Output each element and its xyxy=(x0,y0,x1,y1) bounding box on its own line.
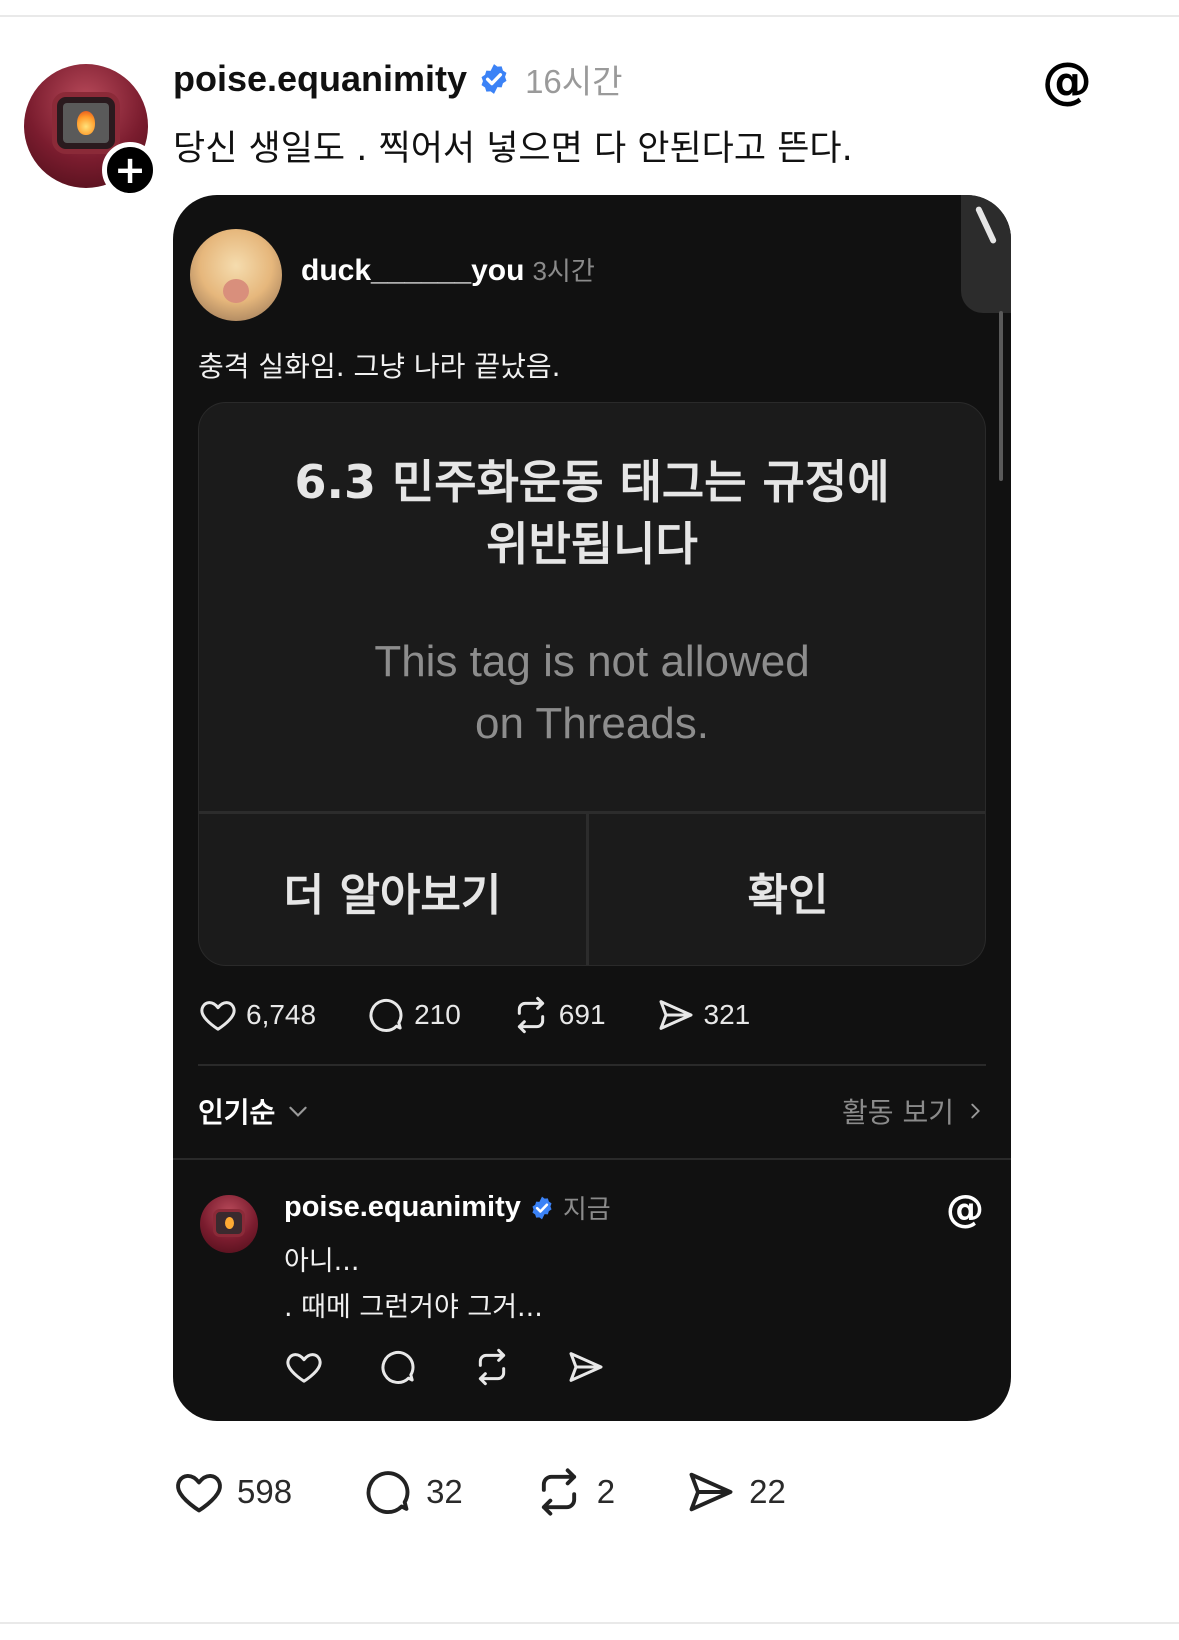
embed-header: duck______you 3시간 xyxy=(301,251,595,288)
tag-warning-dialog: 6.3 민주화운동 태그는 규정에 위반됩니다 This tag is not … xyxy=(198,402,986,966)
username[interactable]: poise.equanimity xyxy=(173,58,467,100)
reply-actions xyxy=(284,1347,606,1387)
embedded-screenshot[interactable]: duck______you 3시간 충격 실화임. 그냥 나라 끝났음. 6.3… xyxy=(173,195,1011,1421)
chevron-right-icon xyxy=(971,1103,980,1119)
comment-icon xyxy=(369,998,403,1032)
embed-like-count: 6,748 xyxy=(246,999,317,1030)
sort-dropdown: 인기순 xyxy=(198,1091,311,1131)
comment-icon xyxy=(366,1471,410,1515)
embed-timestamp: 3시간 xyxy=(532,256,595,286)
repost-icon xyxy=(478,1348,506,1386)
repost-count: 2 xyxy=(596,1473,616,1510)
threads-logo-icon: @ xyxy=(946,1187,984,1231)
heart-icon xyxy=(200,1001,236,1031)
embed-share: 321 xyxy=(656,995,751,1035)
repost-button[interactable]: 2 xyxy=(533,1466,615,1518)
verified-badge-icon xyxy=(481,64,507,94)
embed-post-text: 충격 실화임. 그냥 나라 끝났음. xyxy=(198,350,561,383)
reply-button[interactable]: 32 xyxy=(362,1466,463,1518)
embed-actions: 6,748 210 691 321 xyxy=(198,995,800,1035)
post-text: 당신 생일도 . 찍어서 넣으면 다 안된다고 뜬다. xyxy=(173,129,853,169)
embed-like: 6,748 xyxy=(198,995,316,1035)
comment-icon xyxy=(381,1350,415,1384)
reply-avatar xyxy=(200,1195,258,1253)
view-activity-link: 활동 보기 xyxy=(842,1091,986,1131)
dialog-subtitle: This tag is not allowed on Threads. xyxy=(374,637,810,748)
embed-repost-count: 691 xyxy=(558,999,606,1030)
embed-avatar xyxy=(190,229,282,321)
heart-icon xyxy=(176,1474,222,1513)
plus-icon: + xyxy=(114,148,146,192)
scroll-tab xyxy=(961,195,1011,313)
embed-reply: 210 xyxy=(366,995,461,1035)
bottom-divider xyxy=(0,1622,1179,1624)
embed-share-count: 321 xyxy=(703,999,751,1030)
heart-icon xyxy=(286,1353,322,1383)
like-button[interactable]: 598 xyxy=(173,1466,292,1518)
chevron-down-icon xyxy=(289,1106,307,1117)
share-count: 22 xyxy=(749,1473,786,1510)
verified-badge-icon xyxy=(532,1196,552,1219)
avatar-tv-illustration xyxy=(52,92,120,154)
embed-divider xyxy=(198,1064,986,1066)
post-header: poise.equanimity 16시간 xyxy=(173,56,623,102)
top-divider xyxy=(0,15,1179,17)
embed-username: duck______you xyxy=(301,254,525,287)
dialog-title: 6.3 민주화운동 태그는 규정에 위반됩니다 xyxy=(294,455,890,571)
reply-timestamp: 지금 xyxy=(562,1195,611,1225)
send-icon xyxy=(659,1000,693,1030)
repost-icon xyxy=(541,1468,576,1516)
learn-more-button: 더 알아보기 xyxy=(283,869,502,921)
share-button[interactable]: 22 xyxy=(685,1466,786,1518)
reply-header: poise.equanimity 지금 xyxy=(284,1189,611,1226)
send-icon xyxy=(569,1352,603,1382)
embed-divider-2 xyxy=(173,1158,1011,1160)
follow-button[interactable]: + xyxy=(102,142,158,198)
threads-logo-icon[interactable]: @ xyxy=(1040,54,1094,108)
reply-text-line: 아니... xyxy=(284,1246,360,1277)
embed-reply-count: 210 xyxy=(414,999,461,1030)
scrollbar xyxy=(999,311,1003,481)
send-icon xyxy=(689,1472,733,1512)
reply-username: poise.equanimity xyxy=(284,1191,521,1223)
confirm-button: 확인 xyxy=(747,869,829,921)
post-timestamp: 16시간 xyxy=(525,63,623,100)
sort-label: 인기순 xyxy=(198,1096,276,1129)
repost-icon xyxy=(517,996,544,1034)
reply-text-line: . 때메 그런거야 그거... xyxy=(284,1292,543,1323)
post-actions: 598 32 2 22 xyxy=(173,1466,786,1518)
reply-count: 32 xyxy=(426,1473,463,1510)
like-count: 598 xyxy=(237,1473,293,1510)
embed-repost: 691 xyxy=(511,995,606,1035)
activity-label: 활동 보기 xyxy=(842,1096,954,1129)
